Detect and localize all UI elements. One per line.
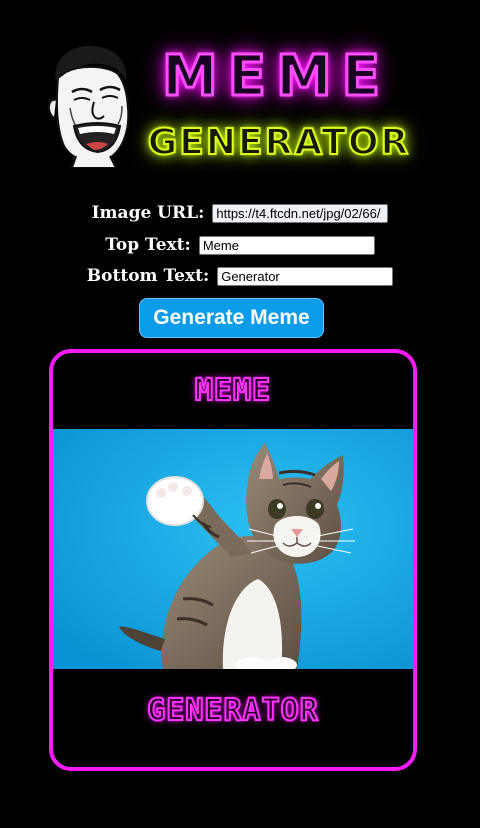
meme-bottom-caption: GENERATOR xyxy=(146,692,319,729)
image-url-label: Image URL: xyxy=(91,203,205,223)
bottom-text-label: Bottom Text: xyxy=(86,266,210,286)
logo-title-generator: GENERATOR xyxy=(147,121,411,164)
top-text-label: Top Text: xyxy=(105,235,191,255)
meme-preview-card: MEME GENERATOR xyxy=(49,349,417,771)
image-url-input[interactable] xyxy=(212,203,389,223)
top-text-input[interactable] xyxy=(198,235,375,255)
generate-meme-button[interactable]: Generate Meme xyxy=(139,298,324,338)
meme-cat-image xyxy=(53,429,413,669)
bottom-text-row: Bottom Text: xyxy=(0,266,480,286)
app-logo: MEME GENERATOR xyxy=(38,40,428,170)
logo-title-meme: MEME xyxy=(161,43,390,111)
meme-top-caption: MEME xyxy=(194,372,272,409)
laughing-meme-face-icon xyxy=(48,45,130,168)
top-text-row: Top Text: xyxy=(0,235,480,255)
bottom-text-input[interactable] xyxy=(217,266,394,286)
image-url-row: Image URL: xyxy=(0,203,480,223)
